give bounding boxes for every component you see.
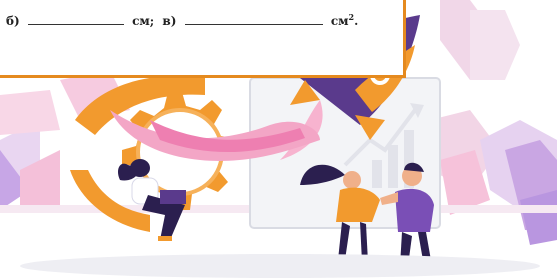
answer-blank-b[interactable] — [27, 24, 124, 25]
item-c-label: в) — [162, 14, 177, 28]
item-b-label: б) — [6, 14, 20, 28]
laptop-icon — [160, 190, 186, 204]
end-dot: . — [354, 14, 359, 28]
ground-shadow — [20, 254, 540, 278]
page: б) см; в) см2. — [0, 0, 557, 279]
unit-cm: см; — [132, 14, 155, 28]
task-line: б) см; в) см2. — [6, 12, 358, 28]
unit-cm2: см2. — [331, 12, 359, 28]
unit-cm2-base: см — [330, 14, 349, 28]
answer-blank-c[interactable] — [184, 24, 323, 25]
worksheet-panel: б) см; в) см2. — [0, 0, 406, 78]
